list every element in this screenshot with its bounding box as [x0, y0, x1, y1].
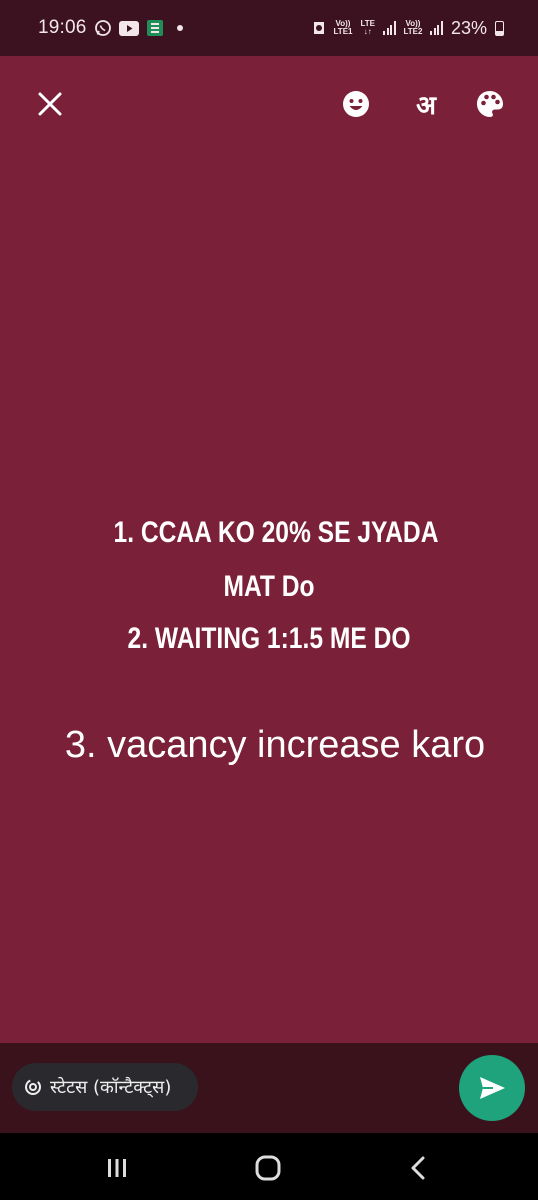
language-icon: अ	[416, 91, 436, 121]
color-palette-button[interactable]	[470, 84, 510, 124]
audience-label: स्टेटस (कॉन्टैक्ट्स)	[50, 1077, 172, 1098]
system-status-bar: 19:06 Vo)) LTE1 LTE ↓↑ Vo)) LTE2 23%	[0, 0, 538, 56]
status-line-1: 1. CCAA KO 20% SE JYADA	[113, 516, 439, 549]
home-button[interactable]	[248, 1150, 288, 1186]
send-button[interactable]	[459, 1055, 525, 1121]
audience-icon	[25, 1079, 41, 1095]
status-line-4: 3. vacancy increase karo	[64, 724, 486, 766]
signal-sim1-icon	[383, 21, 396, 35]
close-button[interactable]	[30, 84, 70, 124]
status-right: Vo)) LTE1 LTE ↓↑ Vo)) LTE2 23%	[312, 18, 504, 39]
signal-sim2-icon	[430, 21, 443, 35]
send-icon	[480, 1077, 505, 1099]
back-icon	[411, 1156, 425, 1180]
emoji-icon	[343, 91, 369, 117]
recents-button[interactable]	[97, 1150, 137, 1186]
sim2-volte: Vo)) LTE2	[403, 19, 423, 36]
recents-icon	[108, 1159, 126, 1177]
status-audience-button[interactable]: स्टेटस (कॉन्टैक्ट्स)	[12, 1063, 198, 1111]
clock: 19:06	[38, 17, 87, 38]
emoji-button[interactable]	[336, 84, 376, 124]
app-notification-icon	[146, 20, 163, 36]
status-line-3: 2. WAITING 1:1.5 ME DO	[127, 622, 411, 655]
palette-icon	[477, 91, 503, 117]
youtube-icon	[118, 20, 139, 36]
lte-indicator: LTE ↓↑	[360, 19, 375, 36]
battery-icon	[495, 20, 504, 36]
home-icon	[255, 1155, 281, 1181]
battery-percent: 23%	[450, 17, 487, 38]
close-icon	[38, 92, 62, 116]
sim1-volte: Vo)) LTE1	[333, 19, 353, 36]
status-line-2: MAT Do	[223, 570, 315, 603]
font-language-button[interactable]: अ	[406, 84, 446, 124]
status-text-block[interactable]: 1. CCAA KO 20% SE JYADA	[0, 516, 538, 550]
whatsapp-icon	[94, 20, 111, 36]
back-button[interactable]	[398, 1150, 438, 1186]
more-notifications-dot	[176, 25, 183, 31]
alarm-icon	[313, 22, 324, 34]
status-left: 19:06	[38, 17, 183, 39]
